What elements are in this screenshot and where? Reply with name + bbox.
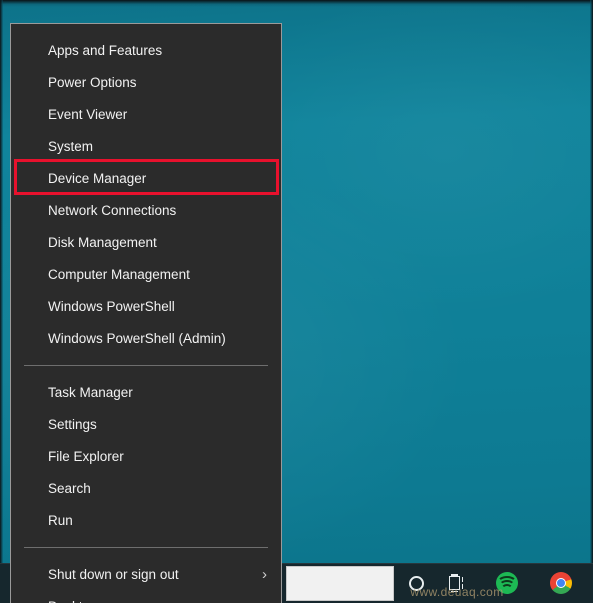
menu-item-settings[interactable]: Settings — [11, 408, 281, 440]
menu-item-label: Windows PowerShell — [48, 298, 175, 314]
menu-item-desktop[interactable]: Desktop — [11, 590, 281, 603]
spotify-icon[interactable] — [487, 563, 527, 603]
menu-item-label: Network Connections — [48, 202, 177, 218]
menu-item-label: Search — [48, 480, 91, 496]
menu-item-label: Event Viewer — [48, 106, 128, 122]
menu-item-label: Desktop — [48, 599, 267, 603]
menu-item-disk-management[interactable]: Disk Management — [11, 226, 281, 258]
menu-item-task-manager[interactable]: Task Manager — [11, 376, 281, 408]
wallpaper-left-edge — [0, 0, 3, 603]
winx-context-menu[interactable]: Apps and Features Power Options Event Vi… — [10, 23, 282, 603]
menu-item-computer-management[interactable]: Computer Management — [11, 258, 281, 290]
menu-item-label: Power Options — [48, 74, 137, 90]
task-view-icon[interactable] — [436, 563, 476, 603]
screen: www.deuaq.com Apps and Features Power Op… — [0, 0, 593, 603]
cortana-ring-shape — [408, 575, 424, 591]
menu-item-windows-powershell-admin[interactable]: Windows PowerShell (Admin) — [11, 322, 281, 354]
menu-item-run[interactable]: Run — [11, 504, 281, 536]
taskbar-search-input[interactable] — [286, 566, 394, 601]
chrome-icon[interactable] — [541, 563, 581, 603]
menu-item-network-connections[interactable]: Network Connections — [11, 194, 281, 226]
menu-item-label: Windows PowerShell (Admin) — [48, 330, 226, 346]
menu-item-apps-and-features[interactable]: Apps and Features — [11, 34, 281, 66]
task-view-glyph — [447, 574, 466, 592]
menu-item-label: System — [48, 138, 94, 154]
menu-item-shut-down-or-sign-out[interactable]: Shut down or sign out › — [11, 558, 281, 590]
wallpaper-top-shade — [0, 0, 593, 7]
menu-item-label: Settings — [48, 416, 97, 432]
menu-item-label: Device Manager — [48, 170, 147, 186]
menu-item-system[interactable]: System — [11, 130, 281, 162]
spotify-glyph — [496, 572, 518, 594]
menu-item-search[interactable]: Search — [11, 472, 281, 504]
menu-item-device-manager[interactable]: Device Manager — [11, 162, 281, 194]
menu-item-event-viewer[interactable]: Event Viewer — [11, 98, 281, 130]
menu-item-label: Apps and Features — [48, 42, 163, 58]
menu-item-label: Computer Management — [48, 266, 190, 282]
menu-item-power-options[interactable]: Power Options — [11, 66, 281, 98]
menu-item-file-explorer[interactable]: File Explorer — [11, 440, 281, 472]
chrome-glyph — [550, 572, 572, 594]
menu-item-label: Disk Management — [48, 234, 157, 250]
menu-item-label: Shut down or sign out — [48, 566, 179, 582]
menu-item-label: Run — [48, 512, 73, 528]
cortana-icon[interactable] — [396, 563, 436, 603]
menu-item-windows-powershell[interactable]: Windows PowerShell — [11, 290, 281, 322]
chevron-right-icon: › — [262, 565, 267, 583]
menu-list: Apps and Features Power Options Event Vi… — [11, 24, 281, 603]
menu-separator — [24, 547, 268, 548]
menu-item-label: Task Manager — [48, 384, 133, 400]
menu-separator — [24, 365, 268, 366]
menu-item-label: File Explorer — [48, 448, 124, 464]
